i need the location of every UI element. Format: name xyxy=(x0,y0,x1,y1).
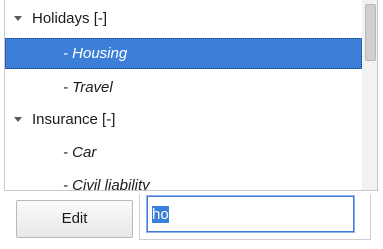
tree-item-label: - Civil liability xyxy=(63,177,150,191)
tree-item-civil-liability[interactable]: - Civil liability xyxy=(5,170,362,191)
tree-item-label: - Car xyxy=(63,144,97,161)
collapse-triangle-icon[interactable] xyxy=(14,117,22,122)
tree-group-label: Insurance [-] xyxy=(32,111,116,128)
tree-group-label: Holidays [-] xyxy=(32,10,108,27)
scrollbar-thumb[interactable] xyxy=(365,4,376,61)
rename-input[interactable] xyxy=(147,196,354,232)
tree-item-label: - Housing xyxy=(63,45,128,62)
collapse-triangle-icon[interactable] xyxy=(14,16,22,21)
category-editor: Holidays [-] - Housing - Travel Insuranc… xyxy=(0,0,383,249)
edit-button[interactable]: Edit xyxy=(16,200,133,238)
tree-item-label: - Travel xyxy=(63,79,113,96)
tree-group-holidays[interactable]: Holidays [-] xyxy=(5,3,362,34)
tree-item-housing[interactable]: - Housing xyxy=(5,38,362,69)
tree-scrollbar[interactable] xyxy=(362,0,377,190)
category-tree-list: Holidays [-] - Housing - Travel Insuranc… xyxy=(5,0,362,191)
category-tree: Holidays [-] - Housing - Travel Insuranc… xyxy=(4,0,378,191)
tree-item-travel[interactable]: - Travel xyxy=(5,72,362,103)
tree-group-insurance[interactable]: Insurance [-] xyxy=(5,104,362,135)
tree-item-car[interactable]: - Car xyxy=(5,137,362,168)
